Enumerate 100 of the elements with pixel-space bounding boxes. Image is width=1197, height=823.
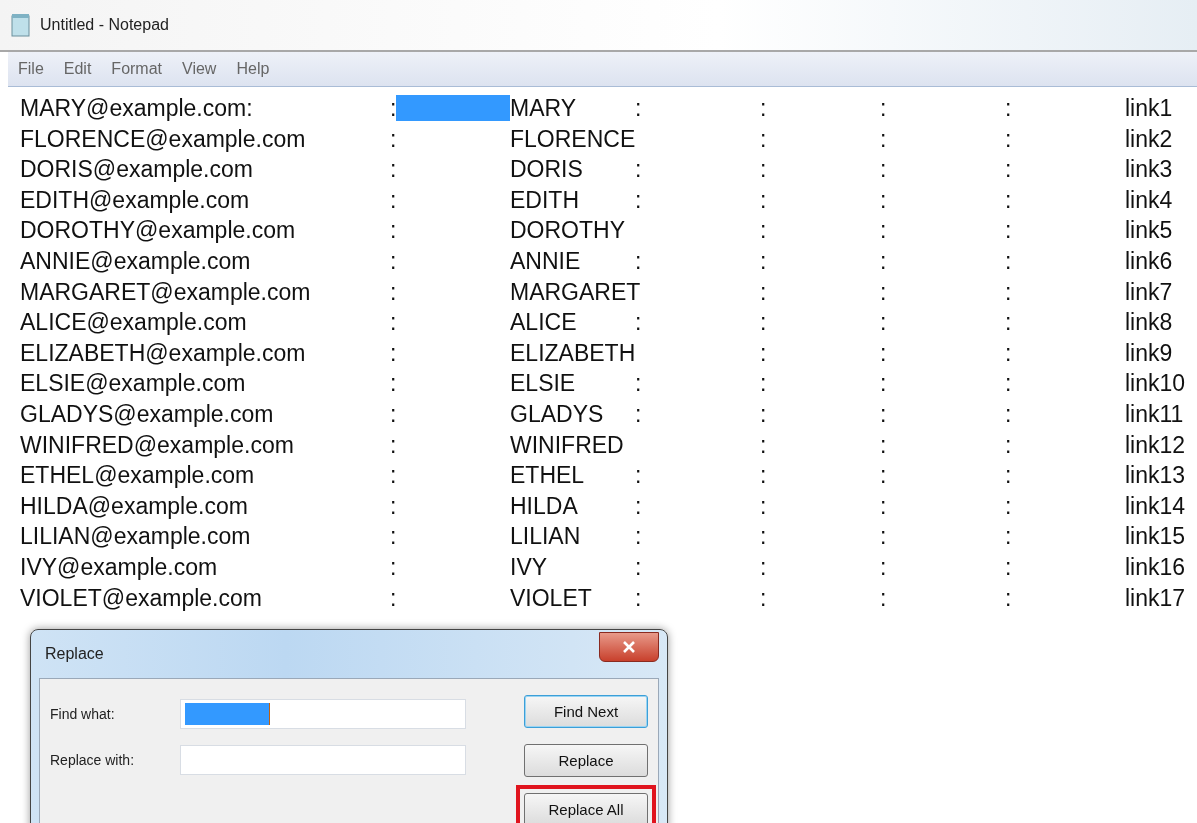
colon-text: : — [760, 94, 768, 123]
name-text: ELSIE — [510, 369, 577, 399]
email-text: ANNIE@example.com — [20, 246, 252, 276]
colon-text: : — [760, 430, 768, 460]
colon-text: : — [1005, 216, 1013, 246]
name-text: DORIS — [510, 155, 584, 185]
menu-item[interactable]: View — [182, 60, 217, 78]
colon-text: : — [760, 399, 768, 429]
colon-text: : — [635, 522, 643, 552]
menu-item[interactable]: File — [18, 60, 44, 78]
dialog-button[interactable]: Find Next — [524, 695, 648, 728]
menu-item[interactable]: Format — [111, 60, 163, 78]
link-text: link6 — [1125, 246, 1174, 276]
email-text: ALICE@example.com — [20, 308, 248, 338]
link-text: link2 — [1125, 124, 1174, 154]
email-text: LILIAN@example.com — [20, 522, 252, 552]
field-label: Replace with: — [50, 752, 136, 768]
colon-text: : — [880, 155, 888, 185]
colon-text: : — [390, 430, 396, 460]
link-text: link16 — [1125, 552, 1187, 582]
email-text: ELSIE@example.com — [20, 369, 247, 399]
email-text: ELIZABETH@example.com — [20, 338, 307, 368]
link-text: link1 — [1125, 94, 1174, 123]
colon-text: : — [880, 308, 888, 338]
name-text: HILDA — [510, 491, 579, 521]
colon-text: : — [390, 491, 396, 521]
dialog-button[interactable]: Replace — [524, 744, 648, 777]
colon-text: : — [1005, 124, 1013, 154]
colon-text: : — [880, 185, 888, 215]
notepad-icon — [10, 13, 32, 37]
colon-text: : — [635, 583, 643, 613]
colon-text: : — [880, 338, 888, 368]
link-text: link8 — [1125, 308, 1174, 338]
name-text: IVY — [510, 552, 549, 582]
dialog-title: Replace — [44, 645, 104, 663]
colon-text: : — [390, 522, 396, 552]
name-text: LILIAN — [510, 522, 582, 552]
colon-text: : — [635, 185, 643, 215]
colon-text: : — [1005, 94, 1013, 123]
colon-text: : — [880, 246, 888, 276]
close-button[interactable] — [599, 632, 659, 662]
link-text: link14 — [1125, 491, 1187, 521]
email-text: EDITH@example.com — [20, 185, 251, 215]
colon-text: : — [635, 94, 643, 123]
menu-item[interactable]: Help — [236, 60, 270, 78]
colon-text: : — [635, 369, 643, 399]
colon-text: : — [1005, 491, 1013, 521]
colon-text: : — [390, 308, 396, 338]
colon-text: : — [880, 124, 888, 154]
link-text: link5 — [1125, 216, 1174, 246]
name-text: GLADYS — [510, 399, 605, 429]
colon-text: : — [880, 522, 888, 552]
colon-text: : — [760, 522, 768, 552]
colon-text: : — [390, 369, 396, 399]
colon-text: : — [390, 246, 396, 276]
colon-text: : — [760, 491, 768, 521]
colon-text: : — [390, 583, 396, 613]
menu-item[interactable]: Edit — [63, 60, 92, 78]
link-text: link13 — [1125, 461, 1187, 491]
colon-text: : — [1005, 246, 1013, 276]
dialog-button[interactable]: Replace All — [524, 793, 648, 823]
colon-text: : — [1005, 155, 1013, 185]
colon-text: : — [390, 185, 396, 215]
name-text: MARGARET — [510, 277, 642, 307]
colon-text: : — [760, 369, 768, 399]
colon-text: : — [760, 338, 768, 368]
colon-text: : — [880, 277, 888, 307]
colon-text: : — [635, 308, 643, 338]
close-icon — [622, 641, 636, 653]
colon-text: : — [760, 552, 768, 582]
name-text: ANNIE — [510, 246, 582, 276]
link-text: link15 — [1125, 522, 1187, 552]
email-text: MARGARET@example.com — [20, 277, 312, 307]
colon-text: : — [1005, 583, 1013, 613]
colon-text: : — [1005, 461, 1013, 491]
name-text: EDITH — [510, 185, 580, 215]
link-text: link11 — [1125, 399, 1185, 429]
link-text: link7 — [1125, 277, 1174, 307]
colon-text: : — [1005, 552, 1013, 582]
colon-text: : — [390, 155, 396, 185]
name-text: WINIFRED — [510, 430, 625, 460]
colon-text: : — [390, 124, 396, 154]
colon-text: : — [635, 491, 643, 521]
colon-text: : — [1005, 338, 1013, 368]
colon-text: : — [760, 185, 768, 215]
colon-text: : — [880, 552, 888, 582]
text-field[interactable] — [180, 745, 466, 775]
colon-text: : — [390, 338, 396, 368]
field-label: Find what: — [50, 706, 116, 722]
name-text: FLORENCE — [510, 124, 637, 154]
text-field[interactable] — [180, 699, 466, 729]
colon-text: : — [390, 94, 396, 123]
colon-text: : — [635, 246, 643, 276]
colon-text: : — [635, 552, 643, 582]
email-text: DORIS@example.com — [20, 155, 254, 185]
colon-text: : — [880, 583, 888, 613]
email-text: GLADYS@example.com — [20, 399, 275, 429]
colon-text: : — [390, 216, 396, 246]
colon-text: : — [880, 491, 888, 521]
window-title: Untitled - Notepad — [40, 16, 169, 34]
